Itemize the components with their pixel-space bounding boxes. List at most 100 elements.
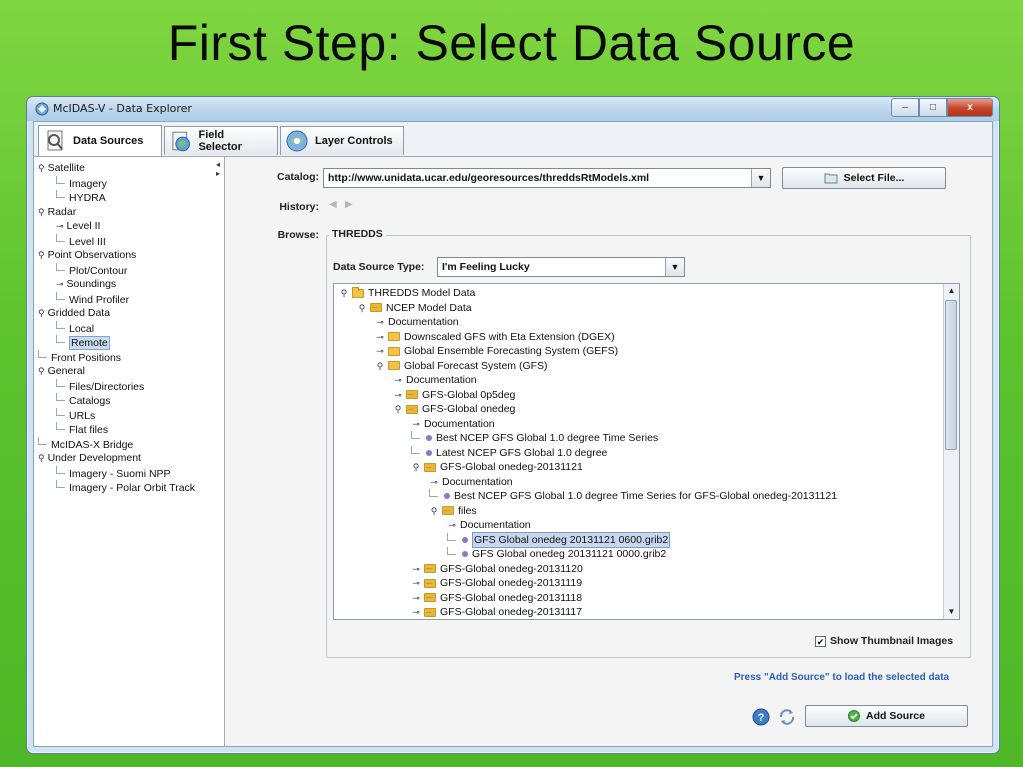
tab-data-sources[interactable]: Data Sources (38, 125, 162, 156)
chevron-down-icon[interactable]: ▼ (751, 169, 770, 187)
tree-toggle-icon[interactable]: ⚲ (357, 301, 367, 315)
sidebar-item[interactable]: ⚲ Satellite (38, 161, 85, 175)
close-button[interactable]: x (947, 98, 993, 117)
data-tree-item[interactable]: Latest NCEP GFS Global 1.0 degree (411, 445, 607, 461)
tree-line-icon (447, 532, 456, 541)
window-titlebar[interactable]: McIDAS-V - Data Explorer – □ x (27, 97, 999, 121)
data-sources-icon (47, 130, 63, 151)
tree-toggle-icon[interactable]: ⊸ (429, 475, 439, 489)
sidebar-item[interactable]: ⊸ Soundings (56, 277, 116, 291)
sidebar-item[interactable]: Imagery (56, 175, 107, 190)
tree-toggle-icon[interactable]: ⚲ (339, 286, 349, 300)
tree-toggle-icon[interactable]: ⊸ (393, 373, 403, 387)
data-tree-item[interactable]: ⊸ GFS-Global onedeg-20131120 (411, 561, 583, 577)
sidebar-item[interactable]: Wind Profiler (56, 291, 129, 306)
tree-toggle-icon[interactable]: ⚲ (38, 308, 45, 318)
vertical-scrollbar[interactable]: ▲ ▼ (943, 284, 959, 619)
data-source-type-combo[interactable]: I'm Feeling Lucky ▼ (437, 257, 685, 277)
sidebar-item[interactable]: HYDRA (56, 190, 106, 204)
scroll-up-icon[interactable]: ▲ (944, 284, 959, 298)
history-back-icon[interactable]: ◀ (329, 199, 337, 210)
tree-toggle-icon[interactable]: ⊸ (447, 518, 457, 532)
sidebar-item[interactable]: ⊸ Level II (56, 219, 100, 233)
tab-layer-controls[interactable]: Layer Controls (280, 126, 404, 155)
catalog-combo[interactable]: http://www.unidata.ucar.edu/georesources… (323, 168, 771, 188)
maximize-button[interactable]: □ (919, 98, 947, 117)
splitter-arrows-icon[interactable]: ◂ ▸ (216, 160, 222, 180)
tree-toggle-icon[interactable]: ⊸ (411, 605, 421, 619)
select-file-button[interactable]: Select File... (782, 167, 946, 189)
sidebar-item[interactable]: Remote (56, 335, 110, 350)
help-icon[interactable]: ? (752, 708, 770, 726)
data-tree-item[interactable]: Best NCEP GFS Global 1.0 degree Time Ser… (429, 489, 837, 504)
scroll-thumb[interactable] (945, 300, 957, 450)
sidebar-item-label: Level III (69, 235, 106, 248)
tree-toggle-icon[interactable]: ⊸ (56, 279, 64, 289)
tree-toggle-icon[interactable]: ⚲ (38, 163, 45, 173)
sidebar-item[interactable]: Imagery - Polar Orbit Track (56, 480, 195, 494)
tree-toggle-icon[interactable]: ⊸ (411, 417, 421, 431)
sidebar-item[interactable]: ⚲ Under Development (38, 451, 141, 465)
data-tree-item[interactable]: ⚲ GFS-Global onedeg (393, 402, 516, 417)
sidebar-item[interactable]: Local (56, 320, 94, 335)
sidebar-item[interactable]: Imagery - Suomi NPP (56, 465, 171, 480)
data-tree-item[interactable]: ⊸ GFS-Global onedeg-20131118 (411, 590, 582, 606)
sidebar-item[interactable]: ⚲ General (38, 364, 85, 378)
sidebar-item[interactable]: Files/Directories (56, 378, 144, 393)
data-tree-item[interactable]: GFS Global onedeg 20131121 0600.grib2 (447, 531, 671, 548)
show-thumbnails-checkbox[interactable]: ✔ (815, 636, 826, 647)
data-tree-item[interactable]: ⚲ GFS-Global onedeg-20131121 (411, 460, 583, 475)
sidebar-item[interactable]: ⚲ Point Observations (38, 248, 136, 262)
sidebar-item-label: Catalogs (69, 395, 111, 407)
data-tree-item[interactable]: GFS Global onedeg 20131121 0000.grib2 (447, 547, 666, 562)
refresh-icon[interactable] (778, 708, 796, 726)
sidebar-item[interactable]: McIDAS-X Bridge (38, 436, 133, 451)
sidebar-item[interactable]: ⚲ Gridded Data (38, 306, 110, 320)
data-tree-item[interactable]: ⊸ Documentation (411, 417, 494, 432)
data-tree-item[interactable]: ⊸ GFS-Global onedeg-20131117 (411, 605, 582, 619)
tree-toggle-icon[interactable]: ⚲ (38, 250, 45, 260)
tree-toggle-icon[interactable]: ⚲ (393, 402, 403, 416)
data-tree-item[interactable]: ⊸ GFS-Global onedeg-20131119 (411, 576, 582, 591)
sidebar-item[interactable]: ⚲ Radar (38, 205, 76, 219)
tree-toggle-icon[interactable]: ⊸ (375, 315, 385, 329)
data-tree-item[interactable]: Best NCEP GFS Global 1.0 degree Time Ser… (411, 431, 658, 446)
tree-toggle-icon[interactable]: ⚲ (38, 453, 45, 463)
data-tree-item[interactable]: ⚲ THREDDS Model Data (339, 286, 475, 301)
data-tree-item[interactable]: ⊸ Documentation (393, 373, 476, 388)
tree-toggle-icon[interactable]: ⚲ (411, 460, 421, 474)
chevron-down-icon[interactable]: ▼ (665, 258, 684, 276)
tree-toggle-icon[interactable]: ⊸ (375, 330, 385, 344)
data-tree-item[interactable]: ⊸ Documentation (375, 315, 458, 330)
minimize-button[interactable]: – (891, 98, 919, 117)
tree-toggle-icon[interactable]: ⚲ (38, 366, 45, 376)
history-forward-icon[interactable]: ▶ (345, 199, 353, 210)
data-tree-item[interactable]: ⊸ Documentation (447, 518, 530, 533)
data-tree-item[interactable]: ⊸ GFS-Global 0p5deg (393, 387, 515, 403)
sidebar-item[interactable]: Plot/Contour (56, 262, 127, 277)
data-tree-item[interactable]: ⊸ Documentation (429, 475, 512, 490)
tab-field-selector[interactable]: Field Selector (164, 126, 278, 155)
sidebar-item[interactable]: URLs (56, 407, 95, 422)
data-tree-item[interactable]: ⚲ files (429, 503, 477, 519)
sidebar-item[interactable]: Flat files (56, 422, 108, 436)
sidebar-item[interactable]: Catalogs (56, 393, 110, 407)
data-tree-item[interactable]: ⚲ Global Forecast System (GFS) (375, 359, 548, 374)
scroll-down-icon[interactable]: ▼ (944, 605, 959, 619)
add-source-button[interactable]: Add Source (805, 705, 968, 727)
tree-toggle-icon[interactable]: ⊸ (411, 562, 421, 576)
data-tree-item[interactable]: ⊸ Downscaled GFS with Eta Extension (DGEX… (375, 330, 614, 345)
tree-toggle-icon[interactable]: ⚲ (375, 359, 385, 373)
sidebar-item[interactable]: Level III (56, 233, 106, 248)
tree-toggle-icon[interactable]: ⊸ (375, 344, 385, 358)
data-tree-item[interactable]: ⊸ Global Ensemble Forecasting System (GEF… (375, 344, 618, 359)
tree-toggle-icon[interactable]: ⊸ (56, 221, 64, 231)
thredds-tree[interactable]: ⚲THREDDS Model Data⚲NCEP Model Data⊸Docu… (333, 283, 960, 620)
tree-toggle-icon[interactable]: ⚲ (38, 207, 45, 217)
data-tree-item[interactable]: ⚲ NCEP Model Data (357, 300, 472, 316)
tree-toggle-icon[interactable]: ⚲ (429, 504, 439, 518)
tree-toggle-icon[interactable]: ⊸ (411, 576, 421, 590)
tree-toggle-icon[interactable]: ⊸ (411, 591, 421, 605)
tree-toggle-icon[interactable]: ⊸ (393, 388, 403, 402)
sidebar-item[interactable]: Front Positions (38, 349, 121, 364)
